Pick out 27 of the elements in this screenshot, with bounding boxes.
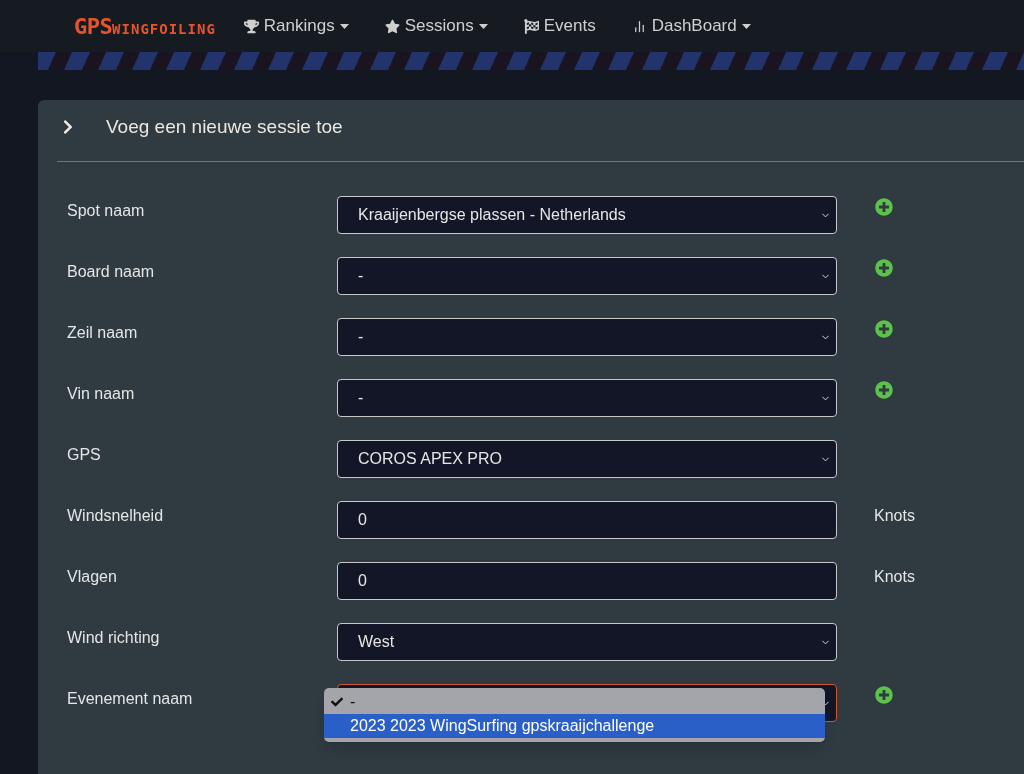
panel-title: Voeg een nieuwe sessie toe: [106, 114, 343, 139]
input-field[interactable]: 0: [337, 562, 837, 600]
field-label: GPS: [66, 445, 102, 465]
select-field[interactable]: -: [337, 379, 837, 417]
select-field[interactable]: COROS APEX PRO: [337, 440, 837, 478]
nav-item[interactable]: Rankings: [243, 13, 349, 39]
input-field[interactable]: 0: [337, 501, 837, 539]
field-label: Vlagen: [66, 567, 118, 587]
select-field[interactable]: -: [337, 257, 837, 295]
field-label: Windsnelheid: [66, 506, 165, 526]
select-field[interactable]: -: [337, 318, 837, 356]
logo[interactable]: GPSWINGFOILING: [74, 9, 216, 43]
field-label: Board naam: [66, 262, 156, 282]
field-label: Zeil naam: [66, 323, 139, 343]
unit-label: Knots: [874, 506, 915, 526]
field-label: Wind richting: [66, 628, 161, 648]
dropdown-option[interactable]: -: [324, 690, 825, 714]
field-label: Spot naam: [66, 201, 146, 221]
nav-item[interactable]: DashBoard: [631, 13, 751, 39]
select-field[interactable]: West: [337, 623, 837, 661]
field-label: Vin naam: [66, 384, 136, 404]
dropdown-option[interactable]: 2023 2023 WingSurfing gpskraaijchallenge: [324, 714, 825, 738]
unit-label: Knots: [874, 567, 915, 587]
nav-item[interactable]: Sessions: [384, 13, 488, 39]
field-label: Evenement naam: [66, 689, 194, 709]
select-field[interactable]: Kraaijenbergse plassen - Netherlands: [337, 196, 837, 234]
nav-item[interactable]: Events: [523, 13, 596, 39]
